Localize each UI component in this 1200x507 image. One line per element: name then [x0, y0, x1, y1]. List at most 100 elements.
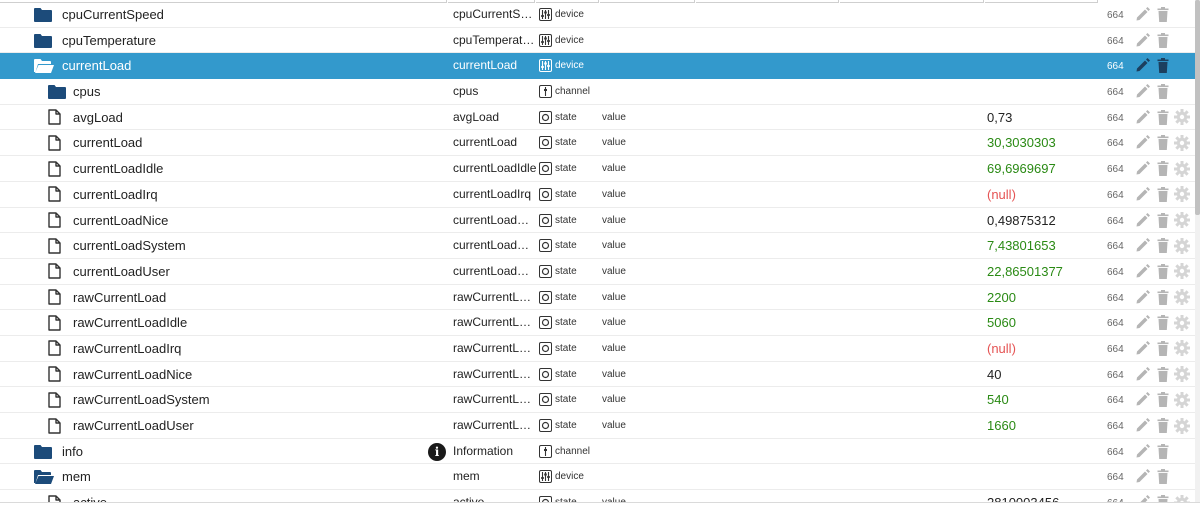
pencil-icon[interactable] [1133, 285, 1151, 310]
pencil-icon[interactable] [1133, 233, 1151, 258]
object-value[interactable]: 540 [987, 387, 1097, 412]
file-icon[interactable] [48, 413, 70, 438]
file-icon[interactable] [48, 362, 70, 387]
object-name[interactable]: info [62, 439, 83, 464]
pencil-icon[interactable] [1133, 208, 1151, 233]
trash-icon[interactable] [1156, 233, 1170, 258]
object-value[interactable]: 0,49875312 [987, 208, 1097, 233]
object-name[interactable]: currentLoadNice [73, 208, 168, 233]
trash-icon[interactable] [1156, 79, 1170, 104]
vertical-scrollbar[interactable] [1195, 0, 1200, 507]
object-name[interactable]: cpuTemperature [62, 28, 156, 53]
table-row[interactable]: rawCurrentLoad rawCurrentLoad state valu… [0, 285, 1196, 311]
gear-icon[interactable] [1174, 310, 1190, 335]
gear-icon[interactable] [1174, 208, 1190, 233]
trash-icon[interactable] [1156, 336, 1170, 361]
object-value[interactable] [987, 79, 1097, 104]
trash-icon[interactable] [1156, 362, 1170, 387]
table-row[interactable]: avgLoad avgLoad state value 0,73 664 [0, 105, 1196, 131]
pencil-icon[interactable] [1133, 464, 1151, 489]
trash-icon[interactable] [1156, 413, 1170, 438]
pencil-icon[interactable] [1133, 105, 1151, 130]
table-row-selected[interactable]: currentLoad currentLoad device 664 [0, 53, 1196, 80]
folder-icon[interactable] [34, 28, 56, 53]
object-name[interactable]: currentLoadSystem [73, 233, 186, 258]
object-value[interactable]: 2200 [987, 285, 1097, 310]
file-icon[interactable] [48, 208, 70, 233]
trash-icon[interactable] [1156, 28, 1170, 53]
table-row[interactable]: currentLoadUser currentLoadUser state va… [0, 259, 1196, 285]
scrollbar-thumb[interactable] [1195, 0, 1200, 215]
trash-icon[interactable] [1156, 156, 1170, 181]
folder-open-icon[interactable] [34, 53, 56, 78]
object-value[interactable] [987, 2, 1097, 27]
trash-icon[interactable] [1156, 464, 1170, 489]
table-row[interactable]: rawCurrentLoadNice rawCurrentLoa… state … [0, 362, 1196, 388]
gear-icon[interactable] [1174, 285, 1190, 310]
folder-icon[interactable] [48, 79, 70, 104]
object-name[interactable]: currentLoad [73, 130, 142, 155]
gear-icon[interactable] [1174, 182, 1190, 207]
file-icon[interactable] [48, 156, 70, 181]
object-value[interactable]: 69,6969697 [987, 156, 1097, 181]
pencil-icon[interactable] [1133, 336, 1151, 361]
pencil-icon[interactable] [1133, 156, 1151, 181]
trash-icon[interactable] [1156, 2, 1170, 27]
trash-icon[interactable] [1156, 182, 1170, 207]
trash-icon[interactable] [1156, 310, 1170, 335]
pencil-icon[interactable] [1133, 130, 1151, 155]
file-icon[interactable] [48, 130, 70, 155]
table-row[interactable]: cpuTemperature cpuTemperature device 664 [0, 28, 1196, 54]
trash-icon[interactable] [1156, 105, 1170, 130]
table-row[interactable]: rawCurrentLoadUser rawCurrentLoa… state … [0, 413, 1196, 439]
table-row[interactable]: info i Information channel 664 [0, 439, 1196, 465]
pencil-icon[interactable] [1133, 439, 1151, 464]
folder-icon[interactable] [34, 439, 56, 464]
object-name[interactable]: mem [62, 464, 91, 489]
file-icon[interactable] [48, 387, 70, 412]
gear-icon[interactable] [1174, 233, 1190, 258]
object-value[interactable]: 40 [987, 362, 1097, 387]
table-row[interactable]: currentLoadIdle currentLoadIdle state va… [0, 156, 1196, 182]
table-row[interactable]: currentLoad currentLoad state value 30,3… [0, 130, 1196, 157]
trash-icon[interactable] [1156, 285, 1170, 310]
object-value[interactable]: 7,43801653 [987, 233, 1097, 258]
object-value[interactable] [987, 464, 1097, 489]
table-row[interactable]: currentLoadNice currentLoadNice state va… [0, 208, 1196, 234]
pencil-icon[interactable] [1133, 53, 1151, 78]
file-icon[interactable] [48, 233, 70, 258]
pencil-icon[interactable] [1133, 259, 1151, 284]
table-row[interactable]: currentLoadIrq currentLoadIrq state valu… [0, 182, 1196, 208]
pencil-icon[interactable] [1133, 182, 1151, 207]
gear-icon[interactable] [1174, 105, 1190, 130]
gear-icon[interactable] [1174, 336, 1190, 361]
file-icon[interactable] [48, 285, 70, 310]
object-value[interactable]: 1660 [987, 413, 1097, 438]
object-value[interactable]: 0,73 [987, 105, 1097, 130]
table-row[interactable]: rawCurrentLoadSystem rawCurrentLoa… stat… [0, 387, 1196, 413]
pencil-icon[interactable] [1133, 413, 1151, 438]
object-name[interactable]: rawCurrentLoadIrq [73, 336, 181, 361]
object-name[interactable]: rawCurrentLoadSystem [73, 387, 210, 412]
object-name[interactable]: rawCurrentLoad [73, 285, 166, 310]
table-row[interactable]: currentLoadSystem currentLoadSys… state … [0, 233, 1196, 259]
object-name[interactable]: rawCurrentLoadNice [73, 362, 192, 387]
object-value[interactable] [987, 53, 1097, 78]
table-row[interactable]: rawCurrentLoadIrq rawCurrentLoa… state v… [0, 336, 1196, 362]
object-name[interactable]: currentLoad [62, 53, 131, 78]
pencil-icon[interactable] [1133, 387, 1151, 412]
trash-icon[interactable] [1156, 259, 1170, 284]
trash-icon[interactable] [1156, 208, 1170, 233]
file-icon[interactable] [48, 336, 70, 361]
object-name[interactable]: cpus [73, 79, 100, 104]
object-value[interactable] [987, 28, 1097, 53]
file-icon[interactable] [48, 105, 70, 130]
object-name[interactable]: currentLoadUser [73, 259, 170, 284]
object-value[interactable] [987, 439, 1097, 464]
object-value[interactable]: (null) [987, 182, 1097, 207]
file-icon[interactable] [48, 259, 70, 284]
object-name[interactable]: rawCurrentLoadIdle [73, 310, 187, 335]
object-value[interactable]: 30,3030303 [987, 130, 1097, 155]
object-name[interactable]: rawCurrentLoadUser [73, 413, 194, 438]
object-name[interactable]: currentLoadIdle [73, 156, 163, 181]
